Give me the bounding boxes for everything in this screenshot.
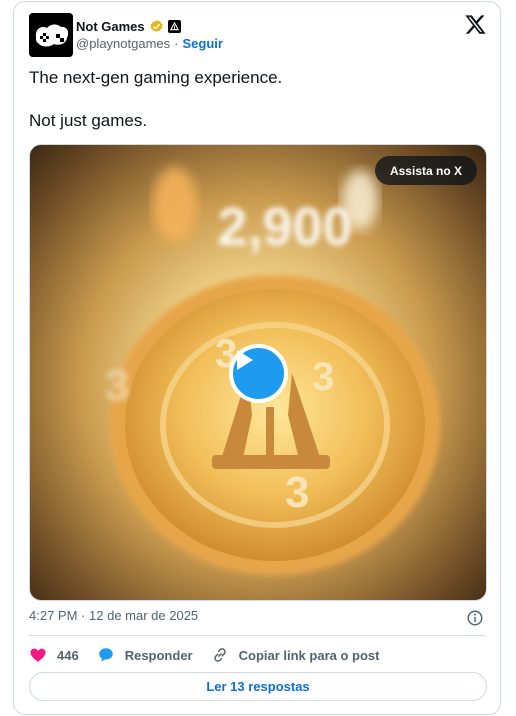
like-count: 446 xyxy=(57,647,79,663)
play-button[interactable] xyxy=(229,344,288,403)
info-icon[interactable] xyxy=(466,609,484,627)
read-replies-button[interactable]: Ler 13 respostas xyxy=(29,672,487,701)
watch-on-x-button[interactable]: Assista no X xyxy=(374,156,477,185)
meta-separator: · xyxy=(81,608,86,623)
post-date: 12 de mar de 2025 xyxy=(89,608,199,623)
coin-digit-text: 3 xyxy=(312,355,334,399)
score-text: 2,900 xyxy=(217,197,352,257)
coin-digit-text: 3 xyxy=(105,361,129,410)
coin-digit-text: 3 xyxy=(285,468,309,517)
reply-label: Responder xyxy=(124,647,193,663)
post-text-line: Not just games. xyxy=(29,111,148,130)
author-name-row: Not Games xyxy=(76,16,181,36)
divider xyxy=(29,635,485,636)
action-bar: 446 Responder Copiar link para o post xyxy=(29,644,397,666)
reply-button[interactable]: Responder xyxy=(97,646,193,664)
author-display-name[interactable]: Not Games xyxy=(76,19,145,34)
video-media[interactable]: 2,900 3 3 3 3 Assista no X xyxy=(29,144,487,601)
handle-separator: · xyxy=(174,36,179,51)
post-timestamp[interactable]: 4:27 PM · 12 de mar de 2025 xyxy=(29,608,198,623)
author-handle[interactable]: @playnotgames xyxy=(76,36,170,51)
x-logo-icon[interactable] xyxy=(464,14,486,36)
heart-icon xyxy=(30,648,46,662)
post-time: 4:27 PM xyxy=(29,608,78,623)
not-games-logo-icon xyxy=(29,13,73,57)
post-text: The next-gen gaming experience. Not just… xyxy=(29,67,479,153)
copy-link-label: Copiar link para o post xyxy=(238,647,380,663)
affiliate-badge-icon xyxy=(167,19,181,33)
reply-bubble-icon xyxy=(98,648,113,662)
post-text-line: The next-gen gaming experience. xyxy=(29,68,283,87)
like-button[interactable]: 446 xyxy=(29,646,79,664)
copy-link-button[interactable]: Copiar link para o post xyxy=(211,646,380,664)
embedded-post-card[interactable]: Not Games @playnotgames · Seguir The nex… xyxy=(13,1,501,715)
verified-badge-icon xyxy=(150,19,163,32)
follow-button[interactable]: Seguir xyxy=(182,36,222,51)
link-icon xyxy=(213,648,226,662)
play-icon xyxy=(237,350,253,370)
author-handle-row: @playnotgames · Seguir xyxy=(76,36,223,51)
avatar[interactable] xyxy=(29,13,73,57)
